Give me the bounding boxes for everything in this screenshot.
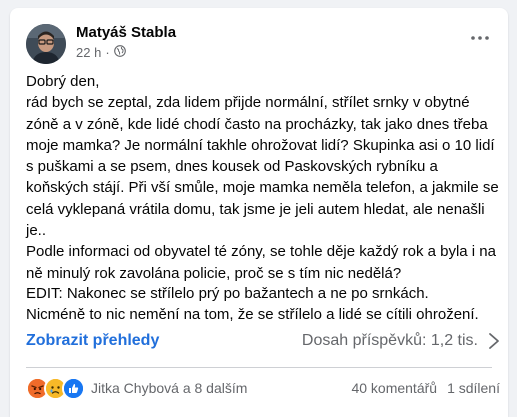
view-insights-link[interactable]: Zobrazit přehledy: [26, 332, 159, 350]
engagement-counts: 40 komentářů 1 sdílení: [351, 380, 500, 396]
reacted-by-text: Jitka Chybová a 8 dalším: [91, 380, 248, 396]
author-name[interactable]: Matyáš Stabla: [76, 24, 176, 41]
insights-row: Zobrazit přehledy Dosah příspěvků: 1,2 t…: [26, 329, 500, 353]
like-icon: [62, 376, 85, 400]
comments-count[interactable]: 40 komentářů: [351, 380, 437, 396]
avatar[interactable]: [26, 24, 66, 64]
chevron-right-icon: [489, 333, 499, 349]
post-paragraph: Dobrý den, rád bych se zeptal, zda lidem…: [26, 73, 499, 240]
post-paragraph: Podle informaci od obyvatel té zóny, se …: [26, 243, 496, 282]
profile-photo: [26, 24, 66, 64]
more-options-button[interactable]: [466, 28, 494, 48]
post-text: Dobrý den, rád bych se zeptal, zda lidem…: [26, 71, 500, 284]
meta-separator: ·: [105, 45, 110, 60]
post-reach[interactable]: Dosah příspěvků: 1,2 tis.: [302, 332, 500, 350]
shares-count[interactable]: 1 sdílení: [447, 380, 500, 396]
reach-label: Dosah příspěvků: 1,2 tis.: [301, 332, 478, 349]
globe-icon: [113, 45, 126, 60]
reactions-summary[interactable]: Jitka Chybová a 8 dalším: [26, 376, 248, 400]
post-edit-note: EDIT: Nakonec se střílelo prý po bažante…: [26, 283, 500, 326]
edit-text: EDIT: Nakonec se střílelo prý po bažante…: [26, 285, 479, 324]
post-meta: 22 h ·: [76, 45, 126, 60]
post-footer: Jitka Chybová a 8 dalším 40 komentářů 1 …: [26, 374, 500, 402]
ellipsis-icon: [471, 36, 489, 40]
divider: [26, 367, 492, 368]
post-time[interactable]: 22 h: [76, 45, 101, 60]
post-card: Matyáš Stabla 22 h · Dobrý den, rád bych…: [10, 8, 508, 417]
